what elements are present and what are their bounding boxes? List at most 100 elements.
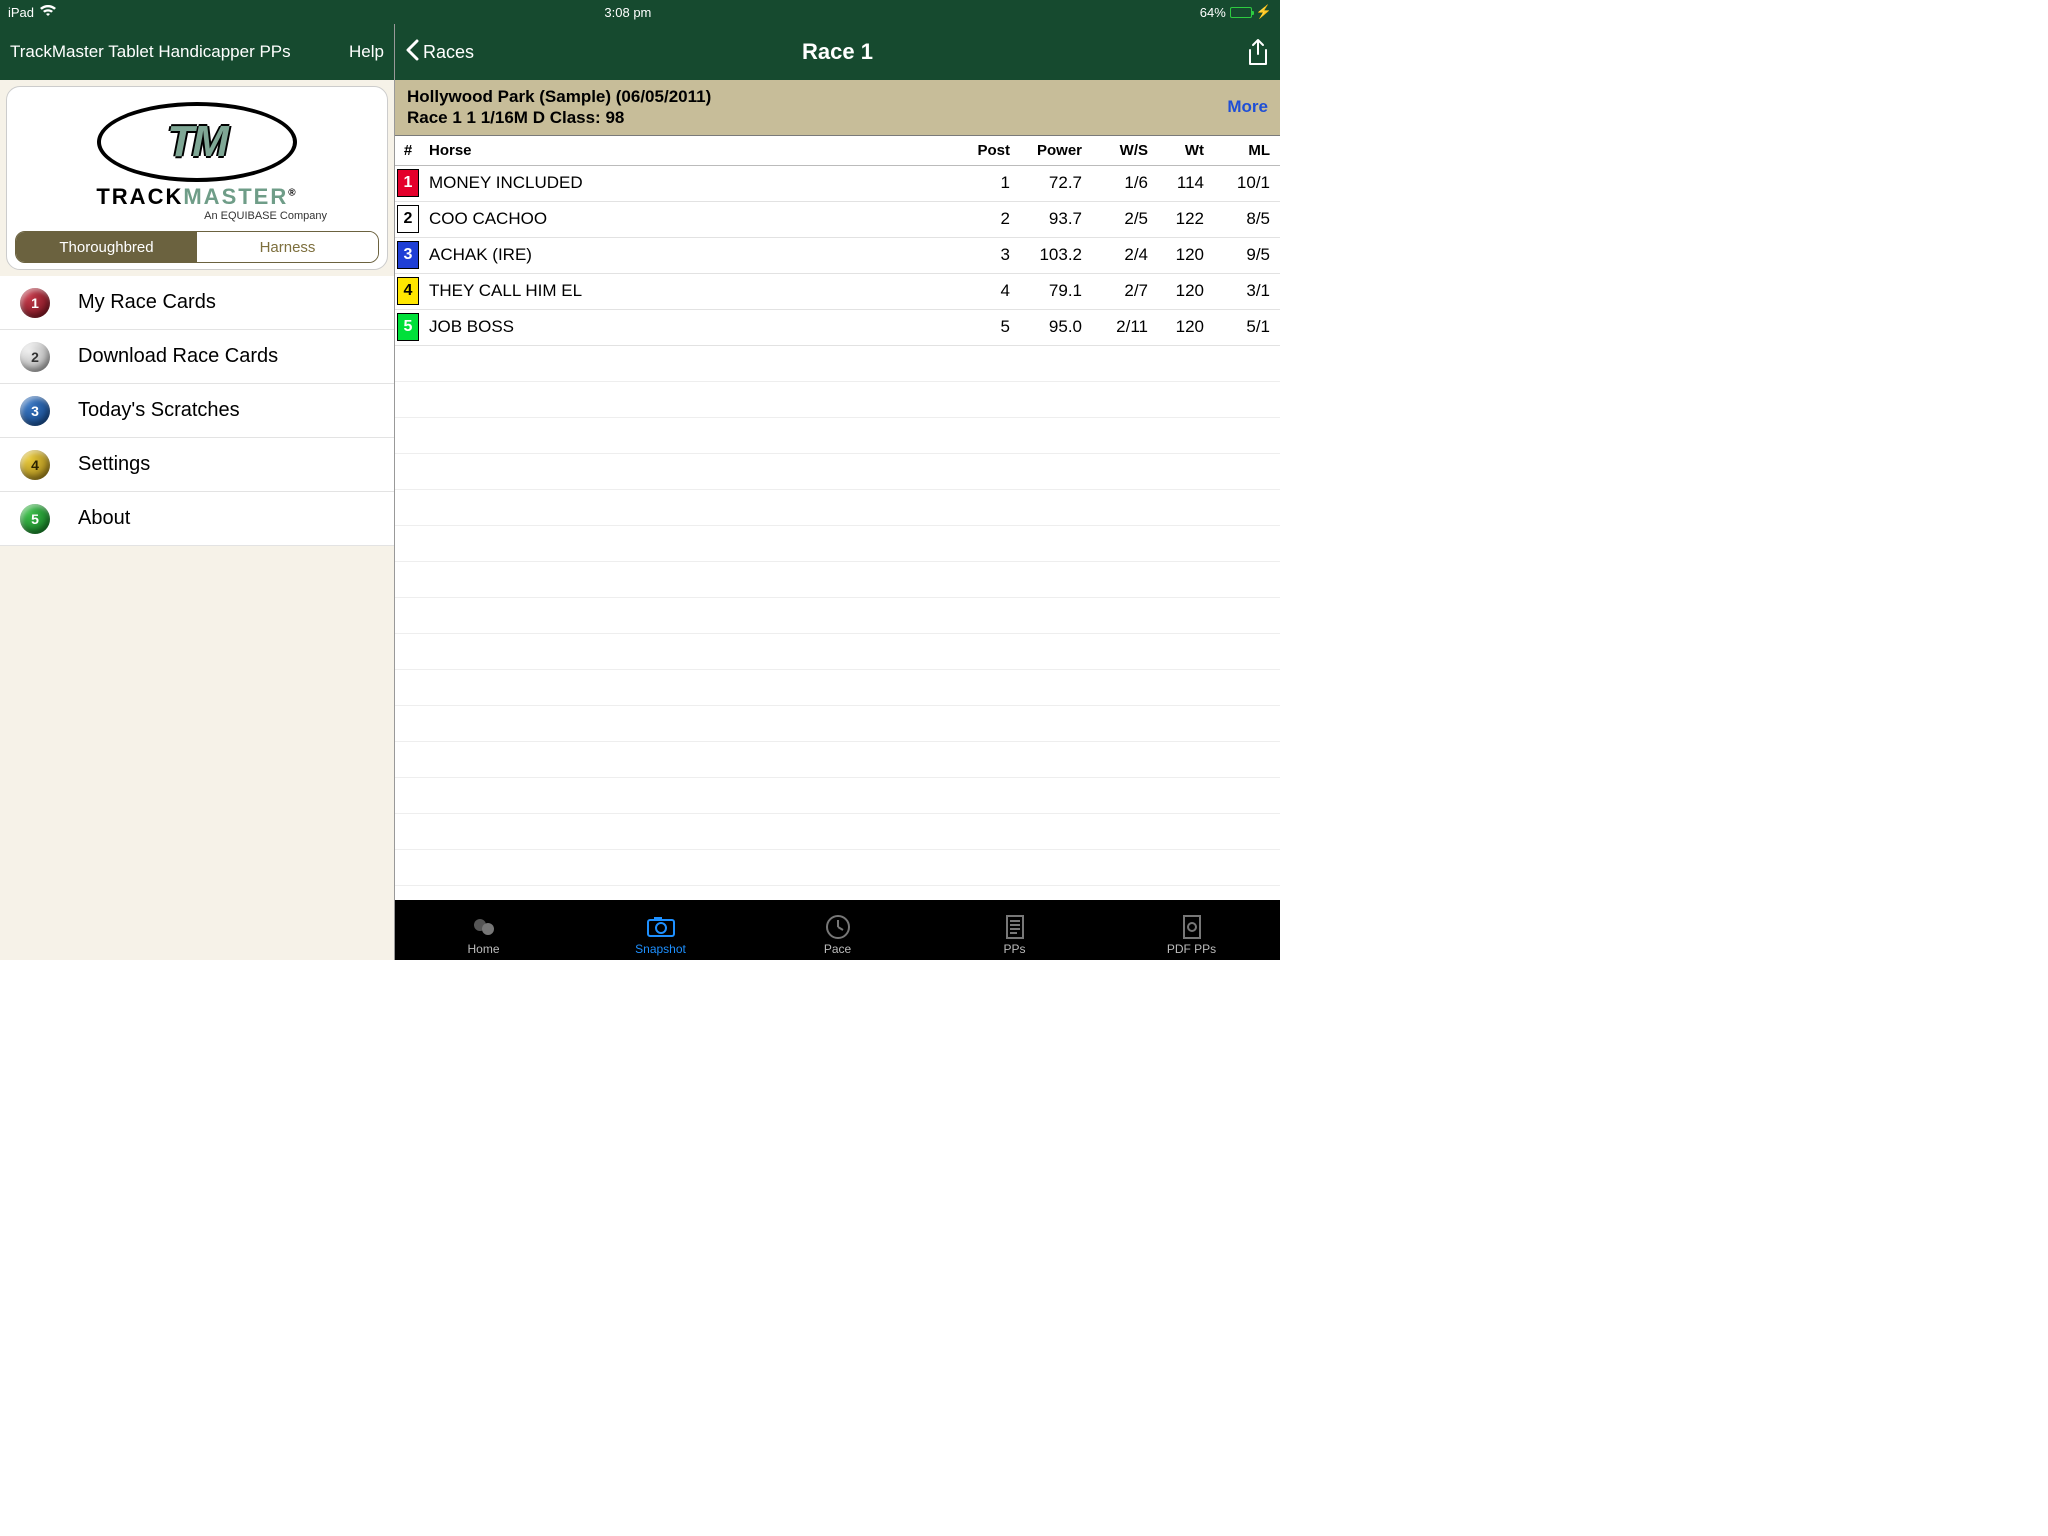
tab-bar: Home Snapshot Pace PPs PDF PPs — [395, 900, 1280, 960]
menu: 1 My Race Cards 2 Download Race Cards 3 … — [0, 276, 394, 546]
race-info-line2: Race 1 1 1/16M D Class: 98 — [407, 107, 1227, 128]
cell-horse: JOB BOSS — [421, 317, 954, 337]
th-ws: W/S — [1082, 142, 1148, 159]
help-button[interactable]: Help — [349, 42, 384, 62]
menu-label: About — [78, 507, 130, 530]
cell-post: 2 — [954, 209, 1010, 229]
tab-label: Home — [467, 942, 499, 956]
main-header: Races Race 1 — [395, 24, 1280, 80]
segment-thoroughbred[interactable]: Thoroughbred — [16, 232, 197, 262]
cell-horse: ACHAK (IRE) — [421, 245, 954, 265]
race-info-line1: Hollywood Park (Sample) (06/05/2011) — [407, 86, 1227, 107]
th-power: Power — [1010, 142, 1082, 159]
cell-ml: 8/5 — [1204, 209, 1270, 229]
back-button[interactable]: Races — [405, 39, 474, 66]
logo-text: TRACKMASTER® — [96, 184, 297, 210]
th-post: Post — [954, 142, 1010, 159]
table-row[interactable]: 1 MONEY INCLUDED 1 72.7 1/6 114 10/1 — [395, 166, 1280, 202]
tab-snapshot[interactable]: Snapshot — [601, 914, 721, 956]
document-icon — [1000, 914, 1030, 940]
battery-icon — [1230, 7, 1252, 18]
menu-label: Today's Scratches — [78, 399, 240, 422]
tab-home[interactable]: Home — [424, 914, 544, 956]
device-label: iPad — [8, 5, 34, 20]
main: Races Race 1 Hollywood Park (Sample) (06… — [395, 24, 1280, 960]
ball-icon-3: 3 — [20, 396, 50, 426]
menu-download-race-cards[interactable]: 2 Download Race Cards — [0, 330, 394, 384]
menu-label: Download Race Cards — [78, 345, 278, 368]
logo-card: TM TRACKMASTER® An EQUIBASE Company Thor… — [6, 86, 388, 270]
cell-power: 72.7 — [1010, 173, 1082, 193]
cell-horse: COO CACHOO — [421, 209, 954, 229]
cell-ws: 2/7 — [1082, 281, 1148, 301]
cell-power: 103.2 — [1010, 245, 1082, 265]
th-horse: Horse — [421, 142, 954, 159]
menu-label: My Race Cards — [78, 291, 216, 314]
menu-label: Settings — [78, 453, 150, 476]
logo-subline: An EQUIBASE Company — [67, 210, 327, 222]
page-title: Race 1 — [395, 39, 1280, 65]
status-bar: iPad 3:08 pm 64% ⚡ — [0, 0, 1280, 24]
ball-icon-2: 2 — [20, 342, 50, 372]
tab-pace[interactable]: Pace — [778, 914, 898, 956]
share-button[interactable] — [1246, 38, 1270, 66]
cell-ws: 2/4 — [1082, 245, 1148, 265]
tab-pps[interactable]: PPs — [955, 914, 1075, 956]
saddle-cloth-5: 5 — [397, 313, 419, 341]
cell-wt: 120 — [1148, 281, 1204, 301]
chevron-left-icon — [405, 39, 419, 66]
table-row[interactable]: 5 JOB BOSS 5 95.0 2/11 120 5/1 — [395, 310, 1280, 346]
cell-ml: 5/1 — [1204, 317, 1270, 337]
ball-icon-1: 1 — [20, 288, 50, 318]
pdf-icon — [1177, 914, 1207, 940]
cell-wt: 120 — [1148, 317, 1204, 337]
cell-ml: 3/1 — [1204, 281, 1270, 301]
cell-power: 93.7 — [1010, 209, 1082, 229]
tab-pdf-pps[interactable]: PDF PPs — [1132, 914, 1252, 956]
share-icon — [1246, 38, 1270, 66]
cell-horse: THEY CALL HIM EL — [421, 281, 954, 301]
cell-ws: 2/11 — [1082, 317, 1148, 337]
table-header: # Horse Post Power W/S Wt ML — [395, 136, 1280, 166]
tab-label: Pace — [824, 942, 851, 956]
wifi-icon — [40, 5, 56, 20]
cell-post: 4 — [954, 281, 1010, 301]
tab-label: Snapshot — [635, 942, 686, 956]
ball-icon-5: 5 — [20, 504, 50, 534]
menu-settings[interactable]: 4 Settings — [0, 438, 394, 492]
battery-pct: 64% — [1200, 5, 1226, 20]
th-num: # — [395, 142, 421, 159]
back-label: Races — [423, 42, 474, 63]
table-body: 1 MONEY INCLUDED 1 72.7 1/6 114 10/1 2 C… — [395, 166, 1280, 346]
charging-icon: ⚡ — [1256, 4, 1272, 20]
sidebar-header: TrackMaster Tablet Handicapper PPs Help — [0, 24, 394, 80]
table-row[interactable]: 4 THEY CALL HIM EL 4 79.1 2/7 120 3/1 — [395, 274, 1280, 310]
table-row[interactable]: 3 ACHAK (IRE) 3 103.2 2/4 120 9/5 — [395, 238, 1280, 274]
cell-post: 1 — [954, 173, 1010, 193]
saddle-cloth-1: 1 — [397, 169, 419, 197]
sidebar: TrackMaster Tablet Handicapper PPs Help … — [0, 24, 395, 960]
saddle-cloth-3: 3 — [397, 241, 419, 269]
menu-todays-scratches[interactable]: 3 Today's Scratches — [0, 384, 394, 438]
race-info-bar: Hollywood Park (Sample) (06/05/2011) Rac… — [395, 80, 1280, 136]
empty-rows — [395, 346, 1280, 901]
app-title: TrackMaster Tablet Handicapper PPs — [10, 42, 341, 62]
more-button[interactable]: More — [1227, 97, 1268, 117]
cell-power: 79.1 — [1010, 281, 1082, 301]
cell-ws: 1/6 — [1082, 173, 1148, 193]
menu-about[interactable]: 5 About — [0, 492, 394, 546]
segment-control[interactable]: Thoroughbred Harness — [15, 231, 379, 263]
tab-label: PDF PPs — [1167, 942, 1216, 956]
logo-icon: TM — [97, 102, 297, 182]
cell-wt: 122 — [1148, 209, 1204, 229]
table-row[interactable]: 2 COO CACHOO 2 93.7 2/5 122 8/5 — [395, 202, 1280, 238]
cell-wt: 120 — [1148, 245, 1204, 265]
cell-ws: 2/5 — [1082, 209, 1148, 229]
tab-label: PPs — [1003, 942, 1025, 956]
saddle-cloth-2: 2 — [397, 205, 419, 233]
segment-harness[interactable]: Harness — [197, 232, 378, 262]
home-icon — [469, 914, 499, 940]
ball-icon-4: 4 — [20, 450, 50, 480]
menu-my-race-cards[interactable]: 1 My Race Cards — [0, 276, 394, 330]
saddle-cloth-4: 4 — [397, 277, 419, 305]
